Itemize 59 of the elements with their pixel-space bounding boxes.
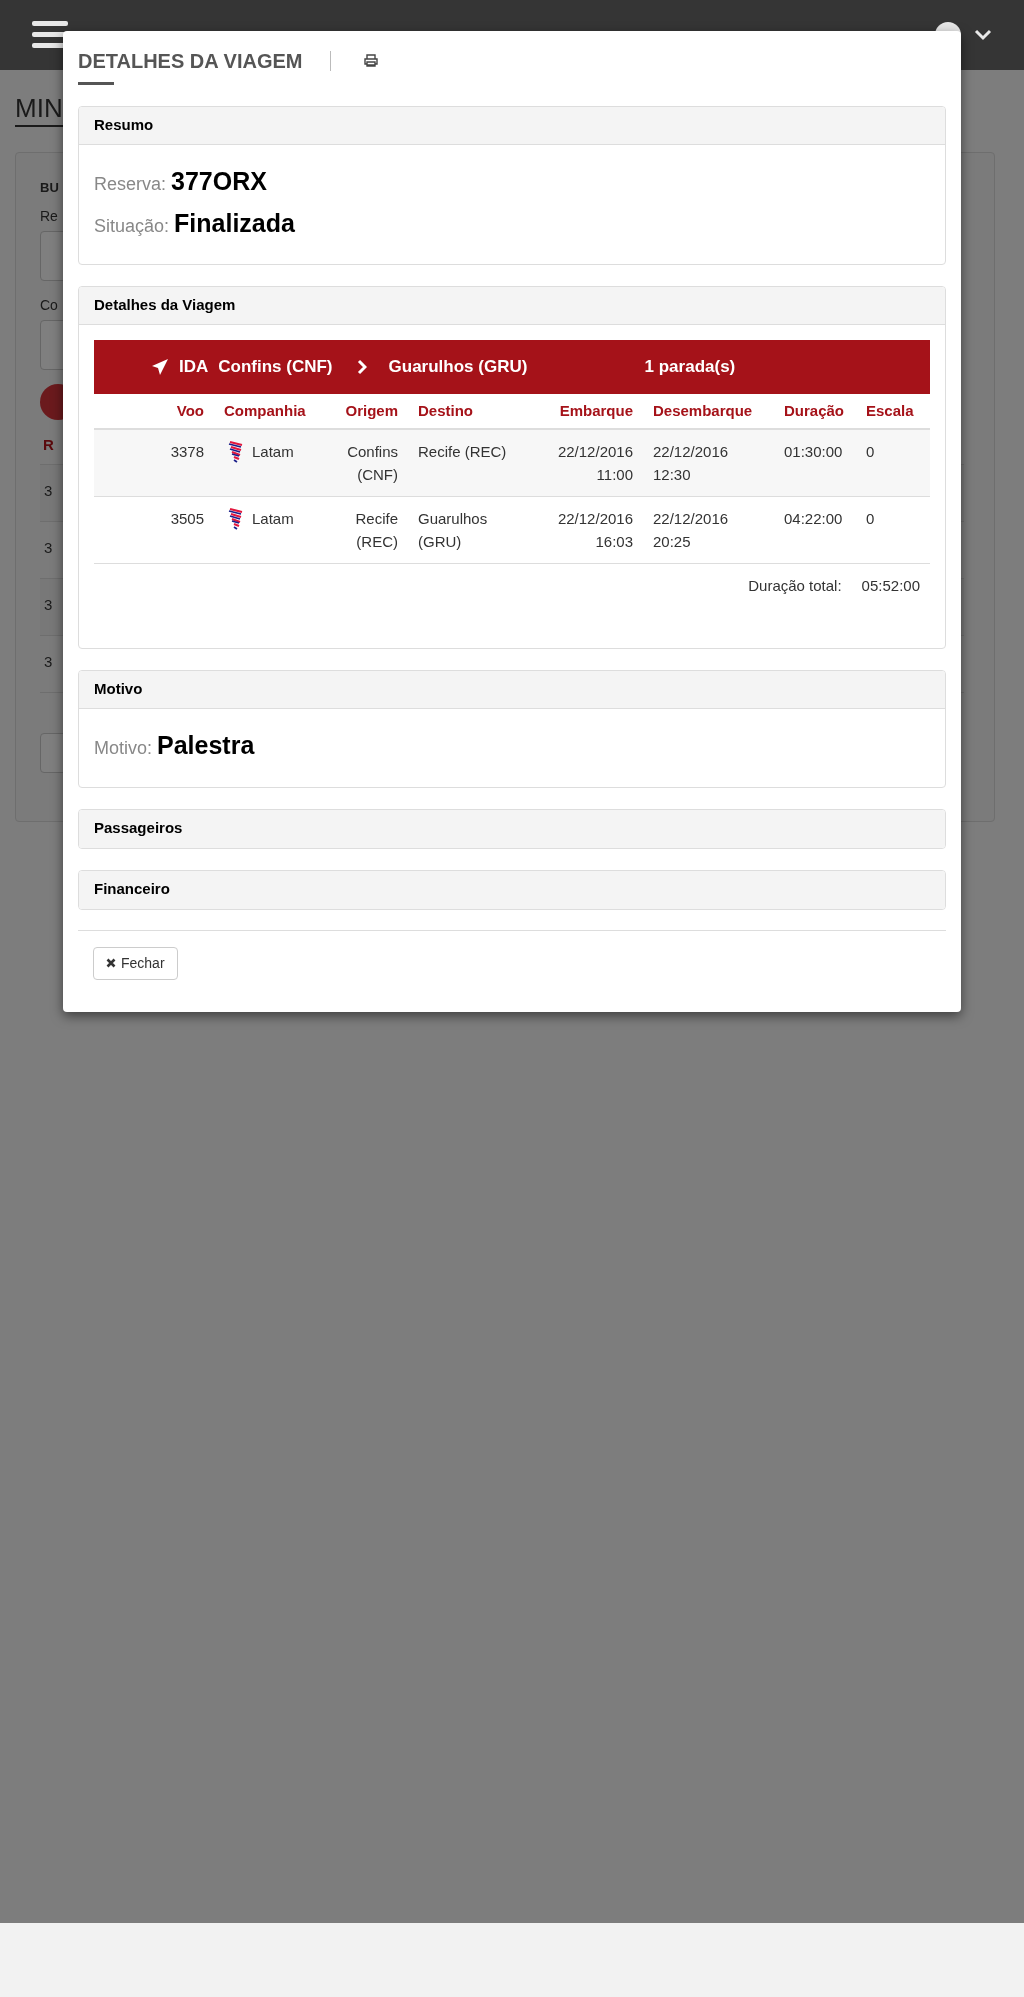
chevron-down-icon[interactable] xyxy=(974,29,992,41)
field-label: Situação: xyxy=(94,214,170,238)
table-cell: 3 xyxy=(44,539,53,556)
table-cell-text: 3505 xyxy=(170,509,204,529)
total-label: Duração total: xyxy=(748,575,842,596)
field-label: Reserva: xyxy=(94,173,167,196)
direction-label: IDA xyxy=(179,356,209,379)
table-cell-text: Guarulhos (GRU) xyxy=(418,509,489,552)
panel-title[interactable]: Resumo xyxy=(94,114,154,137)
close-icon xyxy=(106,958,116,968)
table-cell-text: 22/12/2016 16:03 xyxy=(556,509,633,552)
panel-title[interactable]: Passageiros xyxy=(94,817,183,840)
panel-title[interactable]: Motivo xyxy=(94,678,143,701)
table-cell-text: 3378 xyxy=(170,442,204,462)
field-label: Re xyxy=(40,206,58,226)
airline-logo-icon xyxy=(228,507,244,531)
table-cell-text: Recife (REC) xyxy=(354,509,398,552)
table-cell-text: Confins (CNF) xyxy=(346,442,398,485)
field-label: Co xyxy=(40,295,58,315)
chevron-right-icon xyxy=(356,359,367,375)
column-header: Voo xyxy=(176,402,204,419)
menu-icon[interactable] xyxy=(32,20,68,50)
section-label: BU xyxy=(40,179,59,197)
table-cell-text: 0 xyxy=(866,509,875,529)
column-header: Desembarque xyxy=(653,402,753,419)
table-cell-text: 22/12/2016 12:30 xyxy=(653,442,730,485)
close-button[interactable]: Fechar xyxy=(93,946,178,980)
column-header: Embarque xyxy=(559,402,633,419)
field-value: Finalizada xyxy=(174,207,295,239)
table-cell-text: 01:30:00 xyxy=(784,442,843,462)
column-header: Origem xyxy=(345,402,398,419)
panel-title[interactable]: Detalhes da Viagem xyxy=(94,294,236,317)
origin-label: Confins (CNF) xyxy=(218,356,333,379)
table-cell-text: Latam xyxy=(252,509,294,529)
table-cell-text: 22/12/2016 11:00 xyxy=(556,442,633,485)
field-value: Palestra xyxy=(157,730,255,761)
stops-label: 1 parada(s) xyxy=(644,356,736,379)
table-cell: 3 xyxy=(44,596,53,613)
column-header: Destino xyxy=(418,402,473,419)
table-cell-text: Latam xyxy=(252,442,294,462)
print-icon[interactable] xyxy=(364,54,379,67)
field-value: 377ORX xyxy=(171,166,267,197)
table-cell: 3 xyxy=(44,653,53,670)
column-header: Escala xyxy=(866,402,914,419)
table-cell-text: 04:22:00 xyxy=(784,509,843,529)
modal-title: DETALHES DA VIAGEM xyxy=(78,50,303,71)
table-header: R xyxy=(43,434,55,455)
table-cell-text: 0 xyxy=(866,442,875,462)
table-cell: 3 xyxy=(44,482,53,499)
airline-logo-icon xyxy=(228,440,244,464)
table-cell-text: 22/12/2016 20:25 xyxy=(653,509,730,552)
plane-icon xyxy=(151,358,169,376)
column-header: Companhia xyxy=(224,402,306,419)
column-header: Duração xyxy=(784,402,845,419)
table-cell-text: Recife (REC) xyxy=(418,442,507,462)
panel-title[interactable]: Financeiro xyxy=(94,878,170,901)
total-value: 05:52:00 xyxy=(861,575,920,596)
destination-label: Guarulhos (GRU) xyxy=(388,356,529,379)
field-label: Motivo: xyxy=(94,737,153,760)
